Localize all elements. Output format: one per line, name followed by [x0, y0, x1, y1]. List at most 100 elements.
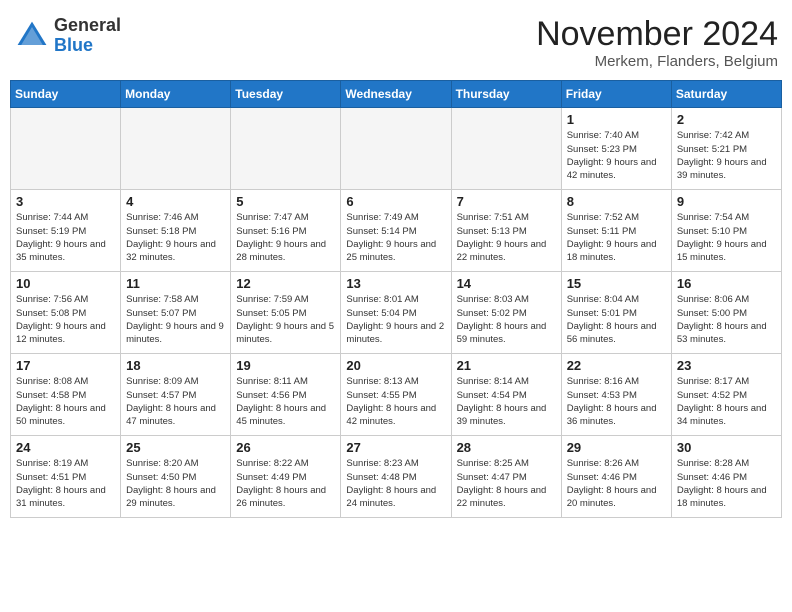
calendar-day-cell: 22 Sunrise: 8:16 AM Sunset: 4:53 PM Dayli… — [561, 354, 671, 436]
day-info: Sunrise: 8:09 AM Sunset: 4:57 PM Dayligh… — [126, 375, 225, 428]
day-info: Sunrise: 7:42 AM Sunset: 5:21 PM Dayligh… — [677, 129, 776, 182]
day-number: 13 — [346, 276, 445, 291]
day-number: 30 — [677, 440, 776, 455]
day-header-tuesday: Tuesday — [231, 81, 341, 108]
day-info: Sunrise: 8:11 AM Sunset: 4:56 PM Dayligh… — [236, 375, 335, 428]
calendar-day-cell — [121, 108, 231, 190]
calendar-day-cell: 5 Sunrise: 7:47 AM Sunset: 5:16 PM Daylig… — [231, 190, 341, 272]
calendar-day-cell: 16 Sunrise: 8:06 AM Sunset: 5:00 PM Dayli… — [671, 272, 781, 354]
day-header-thursday: Thursday — [451, 81, 561, 108]
calendar-day-cell: 24 Sunrise: 8:19 AM Sunset: 4:51 PM Dayli… — [11, 436, 121, 518]
day-number: 8 — [567, 194, 666, 209]
day-info: Sunrise: 8:19 AM Sunset: 4:51 PM Dayligh… — [16, 457, 115, 510]
day-info: Sunrise: 8:25 AM Sunset: 4:47 PM Dayligh… — [457, 457, 556, 510]
day-number: 3 — [16, 194, 115, 209]
title-area: November 2024 Merkem, Flanders, Belgium — [536, 16, 778, 70]
day-number: 23 — [677, 358, 776, 373]
calendar-day-cell: 29 Sunrise: 8:26 AM Sunset: 4:46 PM Dayli… — [561, 436, 671, 518]
day-info: Sunrise: 7:49 AM Sunset: 5:14 PM Dayligh… — [346, 211, 445, 264]
day-header-wednesday: Wednesday — [341, 81, 451, 108]
day-number: 18 — [126, 358, 225, 373]
day-number: 2 — [677, 112, 776, 127]
day-number: 29 — [567, 440, 666, 455]
calendar-day-cell: 10 Sunrise: 7:56 AM Sunset: 5:08 PM Dayli… — [11, 272, 121, 354]
calendar-day-cell: 13 Sunrise: 8:01 AM Sunset: 5:04 PM Dayli… — [341, 272, 451, 354]
calendar-day-cell: 23 Sunrise: 8:17 AM Sunset: 4:52 PM Dayli… — [671, 354, 781, 436]
day-info: Sunrise: 8:06 AM Sunset: 5:00 PM Dayligh… — [677, 293, 776, 346]
day-info: Sunrise: 8:03 AM Sunset: 5:02 PM Dayligh… — [457, 293, 556, 346]
day-info: Sunrise: 8:14 AM Sunset: 4:54 PM Dayligh… — [457, 375, 556, 428]
day-info: Sunrise: 8:22 AM Sunset: 4:49 PM Dayligh… — [236, 457, 335, 510]
calendar-week-row: 10 Sunrise: 7:56 AM Sunset: 5:08 PM Dayli… — [11, 272, 782, 354]
calendar-header-row: SundayMondayTuesdayWednesdayThursdayFrid… — [11, 81, 782, 108]
day-info: Sunrise: 7:44 AM Sunset: 5:19 PM Dayligh… — [16, 211, 115, 264]
day-number: 20 — [346, 358, 445, 373]
day-number: 6 — [346, 194, 445, 209]
day-number: 14 — [457, 276, 556, 291]
calendar-day-cell: 27 Sunrise: 8:23 AM Sunset: 4:48 PM Dayli… — [341, 436, 451, 518]
day-info: Sunrise: 7:56 AM Sunset: 5:08 PM Dayligh… — [16, 293, 115, 346]
day-header-monday: Monday — [121, 81, 231, 108]
day-number: 22 — [567, 358, 666, 373]
day-number: 1 — [567, 112, 666, 127]
logo-general-text: General — [54, 16, 121, 36]
calendar-table: SundayMondayTuesdayWednesdayThursdayFrid… — [10, 80, 782, 518]
day-number: 27 — [346, 440, 445, 455]
day-number: 17 — [16, 358, 115, 373]
day-info: Sunrise: 8:16 AM Sunset: 4:53 PM Dayligh… — [567, 375, 666, 428]
calendar-day-cell — [341, 108, 451, 190]
day-number: 11 — [126, 276, 225, 291]
day-info: Sunrise: 7:51 AM Sunset: 5:13 PM Dayligh… — [457, 211, 556, 264]
day-info: Sunrise: 8:13 AM Sunset: 4:55 PM Dayligh… — [346, 375, 445, 428]
calendar-day-cell: 15Sunrise: 8:04 AM Sunset: 5:01 PM Dayli… — [561, 272, 671, 354]
calendar-day-cell: 26 Sunrise: 8:22 AM Sunset: 4:49 PM Dayli… — [231, 436, 341, 518]
day-info: Sunrise: 8:26 AM Sunset: 4:46 PM Dayligh… — [567, 457, 666, 510]
logo-blue-text: Blue — [54, 36, 121, 56]
day-number: 15 — [567, 276, 666, 291]
calendar-day-cell — [231, 108, 341, 190]
day-info: Sunrise: 7:52 AM Sunset: 5:11 PM Dayligh… — [567, 211, 666, 264]
calendar-day-cell: 3 Sunrise: 7:44 AM Sunset: 5:19 PM Daylig… — [11, 190, 121, 272]
calendar-week-row: 1Sunrise: 7:40 AM Sunset: 5:23 PM Daylig… — [11, 108, 782, 190]
day-number: 24 — [16, 440, 115, 455]
calendar-week-row: 3 Sunrise: 7:44 AM Sunset: 5:19 PM Daylig… — [11, 190, 782, 272]
calendar-day-cell: 19Sunrise: 8:11 AM Sunset: 4:56 PM Dayli… — [231, 354, 341, 436]
day-number: 5 — [236, 194, 335, 209]
calendar-day-cell: 8 Sunrise: 7:52 AM Sunset: 5:11 PM Daylig… — [561, 190, 671, 272]
day-number: 16 — [677, 276, 776, 291]
calendar-day-cell: 4 Sunrise: 7:46 AM Sunset: 5:18 PM Daylig… — [121, 190, 231, 272]
page-header: General Blue November 2024 Merkem, Fland… — [10, 10, 782, 72]
calendar-day-cell: 14 Sunrise: 8:03 AM Sunset: 5:02 PM Dayli… — [451, 272, 561, 354]
day-header-sunday: Sunday — [11, 81, 121, 108]
calendar-day-cell: 21 Sunrise: 8:14 AM Sunset: 4:54 PM Dayli… — [451, 354, 561, 436]
location-title: Merkem, Flanders, Belgium — [536, 53, 778, 70]
calendar-day-cell: 1Sunrise: 7:40 AM Sunset: 5:23 PM Daylig… — [561, 108, 671, 190]
calendar-week-row: 24 Sunrise: 8:19 AM Sunset: 4:51 PM Dayli… — [11, 436, 782, 518]
day-number: 10 — [16, 276, 115, 291]
calendar-day-cell: 20 Sunrise: 8:13 AM Sunset: 4:55 PM Dayli… — [341, 354, 451, 436]
day-info: Sunrise: 8:23 AM Sunset: 4:48 PM Dayligh… — [346, 457, 445, 510]
logo: General Blue — [14, 16, 121, 56]
calendar-day-cell — [11, 108, 121, 190]
calendar-day-cell: 6 Sunrise: 7:49 AM Sunset: 5:14 PM Daylig… — [341, 190, 451, 272]
day-info: Sunrise: 8:01 AM Sunset: 5:04 PM Dayligh… — [346, 293, 445, 346]
day-number: 25 — [126, 440, 225, 455]
day-number: 21 — [457, 358, 556, 373]
day-number: 4 — [126, 194, 225, 209]
calendar-day-cell: 2 Sunrise: 7:42 AM Sunset: 5:21 PM Daylig… — [671, 108, 781, 190]
logo-icon — [14, 18, 50, 54]
calendar-day-cell: 28 Sunrise: 8:25 AM Sunset: 4:47 PM Dayli… — [451, 436, 561, 518]
day-info: Sunrise: 8:17 AM Sunset: 4:52 PM Dayligh… — [677, 375, 776, 428]
calendar-week-row: 17Sunrise: 8:08 AM Sunset: 4:58 PM Dayli… — [11, 354, 782, 436]
day-number: 26 — [236, 440, 335, 455]
day-info: Sunrise: 8:28 AM Sunset: 4:46 PM Dayligh… — [677, 457, 776, 510]
day-header-friday: Friday — [561, 81, 671, 108]
day-info: Sunrise: 7:47 AM Sunset: 5:16 PM Dayligh… — [236, 211, 335, 264]
day-header-saturday: Saturday — [671, 81, 781, 108]
day-number: 28 — [457, 440, 556, 455]
calendar-day-cell: 30 Sunrise: 8:28 AM Sunset: 4:46 PM Dayli… — [671, 436, 781, 518]
day-number: 9 — [677, 194, 776, 209]
calendar-day-cell — [451, 108, 561, 190]
day-info: Sunrise: 8:20 AM Sunset: 4:50 PM Dayligh… — [126, 457, 225, 510]
day-info: Sunrise: 7:46 AM Sunset: 5:18 PM Dayligh… — [126, 211, 225, 264]
